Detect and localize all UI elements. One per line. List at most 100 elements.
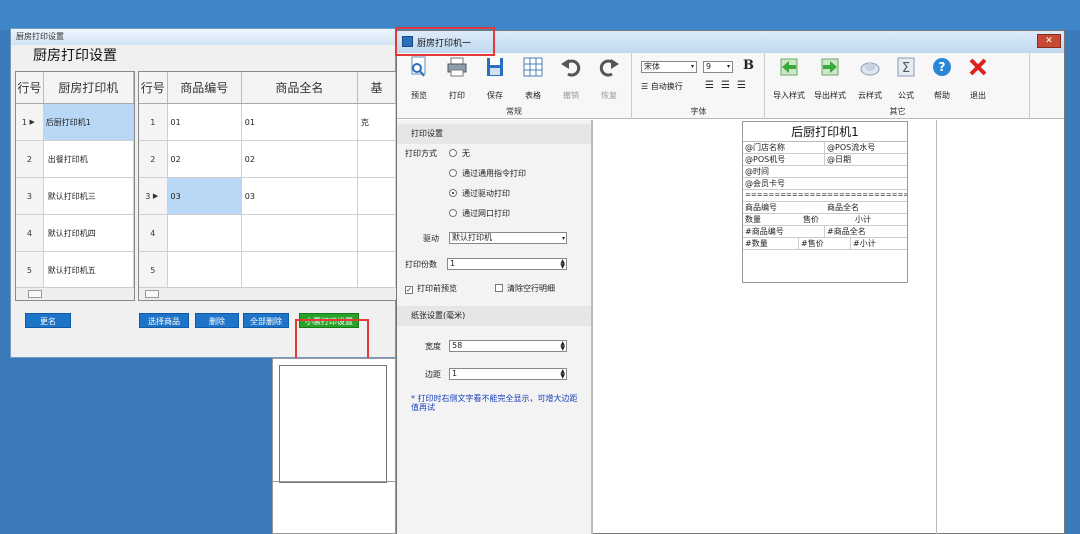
cloud-style-button[interactable]: 云样式	[854, 56, 886, 101]
goods-grid[interactable]: 行号 商品编号 商品全名 基 1 01 01 克 2 02 02 3 ▶ 03 …	[138, 71, 397, 301]
receipt-template-preview[interactable]: 后厨打印机1 @门店名称 @POS流水号 @POS机号 @日期 @时间 @会员卡号 …	[742, 121, 908, 283]
goods-name-cell[interactable]	[242, 252, 358, 288]
delete-button[interactable]: 删除	[195, 313, 239, 328]
align-center-icon[interactable]: ☰	[721, 80, 730, 91]
close-button[interactable]: ✕	[1037, 34, 1061, 48]
radio-mode-general-command[interactable]: 通过通用指令打印	[449, 168, 526, 179]
margin-hint-note: * 打印时右侧文字看不能完全显示，可增大边距值再试	[411, 394, 578, 412]
receipt-row[interactable]: #商品编号 #商品全名	[743, 226, 907, 238]
column-header-goods-code[interactable]: 商品编号	[168, 72, 242, 103]
ribbon-toolbar: 预览 打印 保存 表格 撤销 恢复 常规 宋体 ▾ 9 ▾ B ☰ 自动换行 ☰…	[397, 53, 1064, 119]
printers-grid[interactable]: 行号 厨房打印机 1 ▶ 后厨打印机1 2 出餐打印机 3 默认打印机三 4 默…	[15, 71, 135, 301]
goods-code-cell[interactable]	[168, 215, 242, 251]
goods-name-cell[interactable]: 03	[242, 178, 358, 214]
printer-name-cell[interactable]: 默认打印机五	[44, 252, 134, 288]
table-icon	[523, 57, 543, 77]
remove-blank-rows-checkbox[interactable]: 清除空行明细	[495, 283, 555, 294]
font-size-select[interactable]: 9 ▾	[703, 61, 733, 73]
unit-cell[interactable]	[358, 215, 396, 251]
spinner-icon: ▲ ▼	[560, 258, 565, 270]
dropdown-arrow-icon: ▾	[561, 235, 565, 242]
receipt-row[interactable]: @POS机号 @日期	[743, 154, 907, 166]
column-header-goods-name[interactable]: 商品全名	[242, 72, 358, 103]
sigma-icon: Σ	[897, 57, 915, 77]
column-header-printer[interactable]: 厨房打印机	[44, 72, 134, 103]
receipt-row[interactable]: 商品编号 商品全名	[743, 202, 907, 214]
receipt-row[interactable]: @门店名称 @POS流水号	[743, 142, 907, 154]
preview-before-print-checkbox[interactable]: ✓ 打印前预览	[405, 283, 457, 294]
receipt-separator[interactable]: ==================================	[743, 190, 907, 202]
window-title: 厨房打印设置	[11, 29, 395, 45]
receipt-row[interactable]: @会员卡号	[743, 178, 907, 190]
bold-button[interactable]: B	[743, 58, 754, 73]
font-name-select[interactable]: 宋体 ▾	[641, 61, 697, 73]
goods-name-cell[interactable]: 02	[242, 141, 358, 177]
goods-code-cell[interactable]: 01	[168, 104, 242, 140]
horizontal-scrollbar[interactable]	[139, 287, 396, 300]
column-header-base-unit[interactable]: 基	[358, 72, 396, 103]
page-title: 厨房打印设置	[33, 48, 117, 64]
save-button[interactable]: 保存	[479, 56, 511, 101]
goods-code-cell[interactable]	[168, 252, 242, 288]
formula-button[interactable]: Σ 公式	[890, 56, 922, 101]
delete-all-button[interactable]: 全部删除	[243, 313, 289, 328]
paper-margin-field[interactable]: 1 ▲ ▼	[449, 368, 567, 380]
receipt-row[interactable]: #数量 #售价 #小计	[743, 238, 907, 250]
table-row[interactable]: 4	[139, 215, 396, 252]
help-button[interactable]: ? 帮助	[926, 56, 958, 101]
rename-button[interactable]: 更名	[25, 313, 71, 328]
goods-name-cell[interactable]: 01	[242, 104, 358, 140]
table-row[interactable]: 3 ▶ 03 03	[139, 178, 396, 215]
horizontal-scrollbar[interactable]	[16, 287, 134, 300]
receipt-row[interactable]: @时间	[743, 166, 907, 178]
select-goods-button[interactable]: 选择商品	[139, 313, 189, 328]
align-right-icon[interactable]: ☰	[737, 80, 746, 91]
receipt-row[interactable]: 数量 售价 小计	[743, 214, 907, 226]
goods-name-cell[interactable]	[242, 215, 358, 251]
table-button[interactable]: 表格	[517, 56, 549, 101]
driver-label: 驱动	[423, 234, 439, 243]
exit-button[interactable]: 退出	[962, 56, 994, 101]
table-row[interactable]: 4 默认打印机四	[16, 215, 134, 252]
table-row[interactable]: 5	[139, 252, 396, 289]
table-row[interactable]: 2 02 02	[139, 141, 396, 178]
table-row[interactable]: 2 出餐打印机	[16, 141, 134, 178]
radio-mode-network[interactable]: 通过网口打印	[449, 208, 510, 219]
unit-cell[interactable]	[358, 141, 396, 177]
goods-code-cell[interactable]: 03	[167, 178, 242, 214]
unit-cell[interactable]: 克	[358, 104, 396, 140]
import-style-button[interactable]: 导入样式	[771, 56, 807, 101]
printer-name-cell[interactable]: 出餐打印机	[44, 141, 134, 177]
svg-text:?: ?	[939, 60, 946, 74]
printer-name-cell[interactable]: 默认打印机三	[44, 178, 134, 214]
driver-select[interactable]: 默认打印机 ▾	[449, 232, 567, 244]
align-left-icon[interactable]: ☰	[705, 80, 714, 91]
unit-cell[interactable]	[358, 178, 396, 214]
printer-name-cell[interactable]: 后厨打印机1	[43, 104, 134, 140]
printer-icon	[447, 57, 467, 77]
column-header-row-number[interactable]: 行号	[139, 72, 168, 103]
undo-button[interactable]: 撤销	[555, 56, 587, 101]
column-header-row-number[interactable]: 行号	[16, 72, 44, 103]
unit-cell[interactable]	[358, 252, 396, 288]
redo-button[interactable]: 恢复	[593, 56, 625, 101]
kitchen-print-settings-window: 厨房打印设置 厨房打印设置 行号 厨房打印机 1 ▶ 后厨打印机1 2 出餐打印…	[10, 28, 397, 358]
receipt-title[interactable]: 后厨打印机1	[743, 122, 907, 142]
radio-mode-none[interactable]: 无	[449, 148, 470, 159]
table-row[interactable]: 5 默认打印机五	[16, 252, 134, 289]
copies-field[interactable]: 1 ▲ ▼	[447, 258, 567, 270]
import-arrow-icon	[780, 58, 798, 76]
print-button[interactable]: 打印	[441, 56, 473, 101]
table-row[interactable]: 3 默认打印机三	[16, 178, 134, 215]
printer-name-cell[interactable]: 默认打印机四	[44, 215, 134, 251]
paper-width-field[interactable]: 58 ▲ ▼	[449, 340, 567, 352]
table-row[interactable]: 1 01 01 克	[139, 104, 396, 141]
export-style-button[interactable]: 导出样式	[812, 56, 848, 101]
settings-panel: 打印设置 打印方式 无 通过通用指令打印 通过驱动打印 通过网口打印 驱动 默认…	[397, 120, 592, 534]
copies-label: 打印份数	[405, 260, 437, 269]
radio-mode-driver[interactable]: 通过驱动打印	[449, 188, 510, 199]
goods-code-cell[interactable]: 02	[168, 141, 242, 177]
auto-wrap-button[interactable]: ☰ 自动换行	[641, 81, 683, 92]
table-row[interactable]: 1 ▶ 后厨打印机1	[16, 104, 134, 141]
preview-button[interactable]: 预览	[403, 56, 435, 101]
